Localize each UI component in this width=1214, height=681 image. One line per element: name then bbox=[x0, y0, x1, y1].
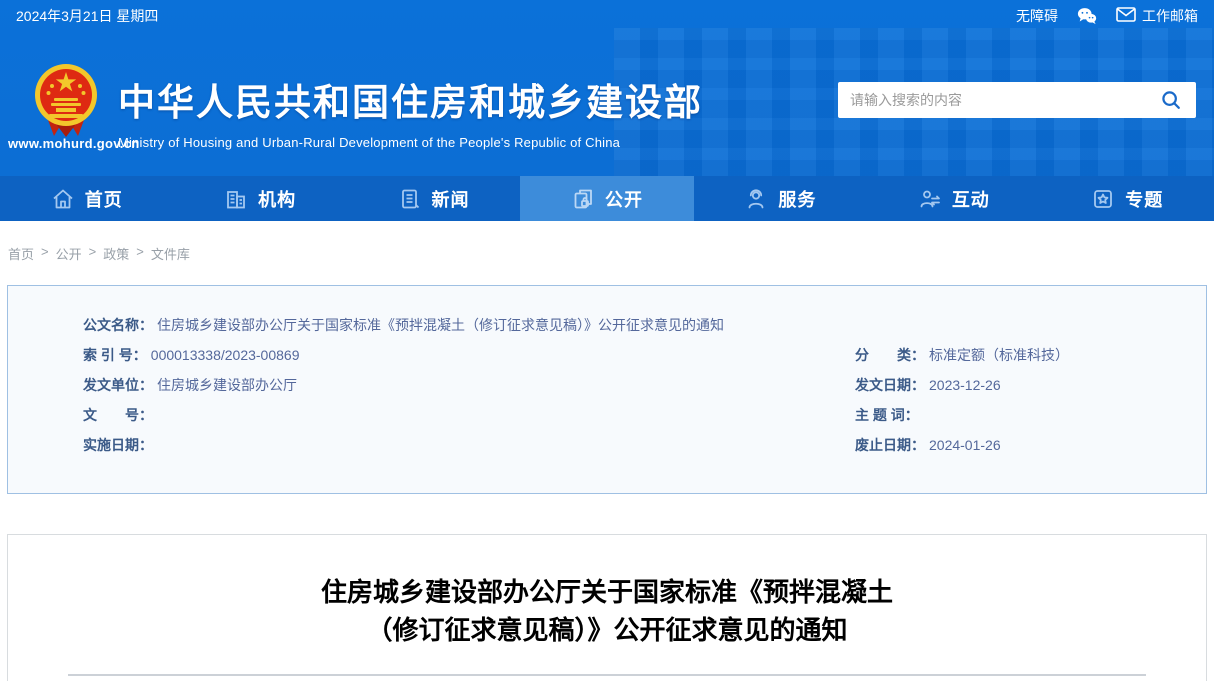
meta-row-4: 文 号： 主 题 词： bbox=[83, 400, 1186, 430]
issue-date-value: 2023-12-26 bbox=[929, 377, 1001, 393]
article-panel: 住房城乡建设部办公厅关于国家标准《预拌混凝土 （修订征求意见稿）》公开征求意见的… bbox=[7, 534, 1207, 681]
category-value: 标准定额（标准科技） bbox=[929, 347, 1069, 363]
doc-name-value: 住房城乡建设部办公厅关于国家标准《预拌混凝土（修订征求意见稿）》公开征求意见的通… bbox=[157, 317, 724, 333]
page: 2024年3月21日 星期四 无障碍 工作邮箱 www.mohurd.gov.c… bbox=[0, 0, 1214, 681]
main-nav: 首页 机构 新闻 公开 服务 互动 专题 bbox=[0, 176, 1214, 221]
article-title-line2: （修订征求意见稿）》公开征求意见的通知 bbox=[366, 615, 848, 645]
header-main: www.mohurd.gov.cn 中华人民共和国住房和城乡建设部 Minist… bbox=[0, 32, 1214, 176]
site-header: 2024年3月21日 星期四 无障碍 工作邮箱 www.mohurd.gov.c… bbox=[0, 0, 1214, 176]
current-date: 2024年3月21日 星期四 bbox=[16, 8, 159, 24]
work-mailbox-link[interactable]: 工作邮箱 bbox=[1116, 6, 1198, 26]
meta-row-2: 索 引 号： 000013338/2023-00869 分 类： 标准定额（标准… bbox=[83, 340, 1186, 370]
doc-name-label: 公文名称： bbox=[83, 317, 153, 333]
mail-icon bbox=[1116, 7, 1136, 25]
nav-item-interaction[interactable]: 互动 bbox=[867, 176, 1040, 221]
document-metadata-panel: 公文名称： 住房城乡建设部办公厅关于国家标准《预拌混凝土（修订征求意见稿）》公开… bbox=[7, 285, 1207, 494]
search-box bbox=[838, 82, 1196, 118]
nav-label: 首页 bbox=[84, 189, 123, 210]
impl-date-label: 实施日期： bbox=[83, 437, 153, 453]
subject-words-label: 主 题 词： bbox=[855, 407, 919, 423]
doc-no-label: 文 号： bbox=[83, 407, 153, 423]
breadcrumb-separator: > bbox=[88, 244, 97, 259]
organization-icon bbox=[224, 187, 248, 211]
national-emblem-logo bbox=[34, 62, 98, 143]
home-icon bbox=[51, 187, 75, 211]
nav-item-news[interactable]: 新闻 bbox=[347, 176, 520, 221]
topbar-links: 无障碍 工作邮箱 bbox=[1016, 6, 1198, 26]
issuing-unit-value: 住房城乡建设部办公厅 bbox=[157, 377, 297, 393]
expiry-date-value: 2024-01-26 bbox=[929, 437, 1001, 453]
article-divider bbox=[68, 674, 1146, 676]
expiry-date-label: 废止日期： bbox=[855, 437, 925, 453]
interaction-icon bbox=[918, 187, 942, 211]
disclosure-icon bbox=[571, 187, 595, 211]
nav-item-topics[interactable]: 专题 bbox=[1041, 176, 1214, 221]
site-title-english: Ministry of Housing and Urban-Rural Deve… bbox=[118, 135, 621, 150]
site-titles: 中华人民共和国住房和城乡建设部 Ministry of Housing and … bbox=[118, 72, 703, 150]
accessibility-link[interactable]: 无障碍 bbox=[1016, 6, 1058, 26]
nav-item-service[interactable]: 服务 bbox=[694, 176, 867, 221]
nav-label: 服务 bbox=[778, 189, 817, 210]
nav-label: 专题 bbox=[1125, 189, 1164, 210]
nav-label: 新闻 bbox=[431, 189, 470, 210]
article-title: 住房城乡建设部办公厅关于国家标准《预拌混凝土 （修订征求意见稿）》公开征求意见的… bbox=[8, 573, 1206, 649]
index-no-label: 索 引 号： bbox=[83, 347, 147, 363]
breadcrumb: 首页 > 公开 > 政策 > 文件库 bbox=[8, 244, 1214, 263]
nav-item-home[interactable]: 首页 bbox=[0, 176, 173, 221]
category-label: 分 类： bbox=[855, 347, 925, 363]
nav-label: 公开 bbox=[604, 189, 643, 210]
news-icon bbox=[398, 187, 422, 211]
nav-item-disclosure[interactable]: 公开 bbox=[520, 176, 694, 221]
index-no-value: 000013338/2023-00869 bbox=[150, 347, 300, 363]
article-title-line1: 住房城乡建设部办公厅关于国家标准《预拌混凝土 bbox=[320, 577, 893, 607]
topbar: 2024年3月21日 星期四 无障碍 工作邮箱 bbox=[0, 0, 1214, 32]
issue-date-label: 发文日期： bbox=[855, 377, 925, 393]
meta-row-3: 发文单位： 住房城乡建设部办公厅 发文日期： 2023-12-26 bbox=[83, 370, 1186, 400]
breadcrumb-home[interactable]: 首页 bbox=[8, 244, 34, 263]
breadcrumb-document-library[interactable]: 文件库 bbox=[151, 244, 190, 263]
nav-item-organization[interactable]: 机构 bbox=[173, 176, 346, 221]
site-title-chinese: 中华人民共和国住房和城乡建设部 bbox=[118, 82, 703, 123]
meta-row-doc-name: 公文名称： 住房城乡建设部办公厅关于国家标准《预拌混凝土（修订征求意见稿）》公开… bbox=[83, 310, 1186, 340]
search-input[interactable] bbox=[850, 92, 1158, 108]
breadcrumb-separator: > bbox=[136, 244, 144, 259]
wechat-icon[interactable] bbox=[1076, 6, 1098, 26]
topics-icon bbox=[1091, 187, 1115, 211]
breadcrumb-separator: > bbox=[41, 244, 49, 259]
nav-label: 机构 bbox=[258, 189, 297, 210]
service-icon bbox=[744, 187, 768, 211]
breadcrumb-disclosure[interactable]: 公开 bbox=[56, 244, 82, 263]
breadcrumb-policy[interactable]: 政策 bbox=[103, 244, 129, 263]
search-icon[interactable] bbox=[1158, 87, 1184, 113]
nav-label: 互动 bbox=[951, 189, 990, 210]
meta-row-5: 实施日期： 废止日期： 2024-01-26 bbox=[83, 430, 1186, 460]
issuing-unit-label: 发文单位： bbox=[83, 377, 153, 393]
